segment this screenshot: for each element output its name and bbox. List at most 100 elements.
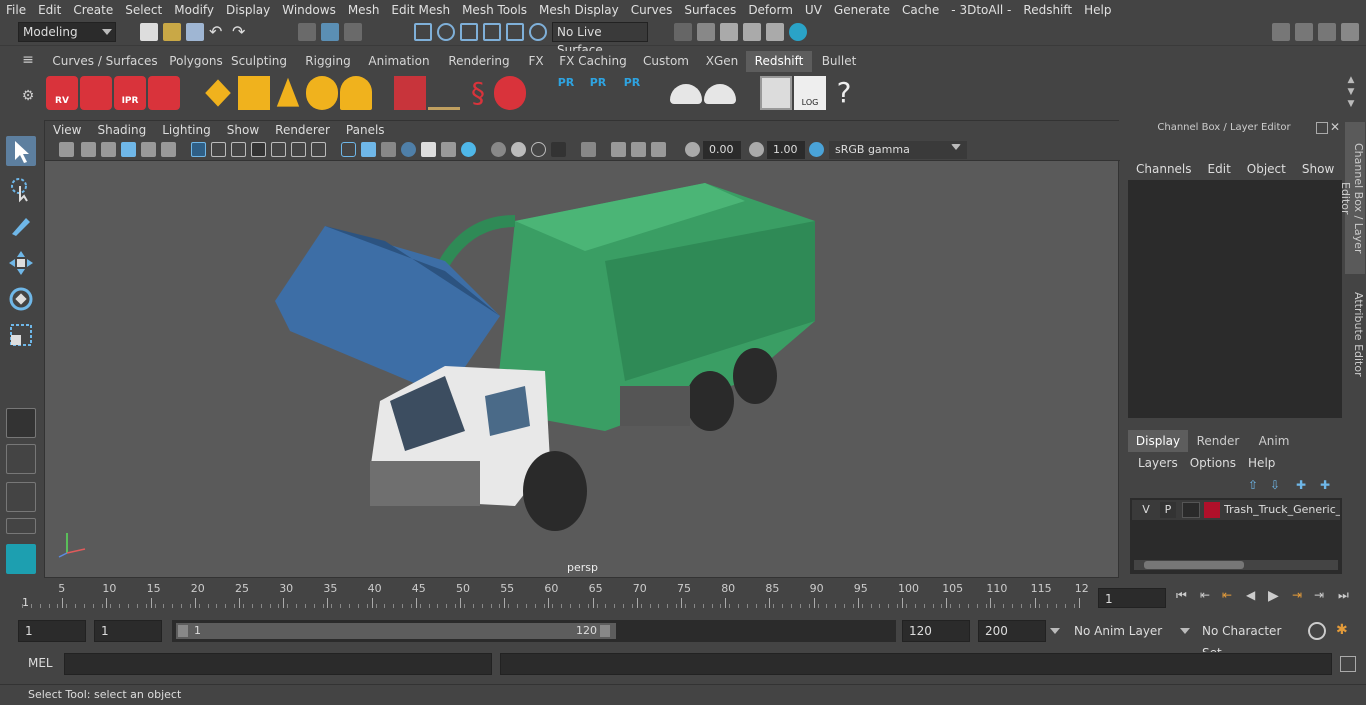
scale-tool-icon[interactable] bbox=[6, 320, 36, 350]
redshift-sphere-button[interactable] bbox=[494, 76, 526, 110]
scene-start-field[interactable]: 1 bbox=[18, 620, 86, 642]
chevron-down-icon[interactable] bbox=[1180, 628, 1190, 634]
redshift-rv-button[interactable]: RV bbox=[46, 76, 78, 110]
new-layer-icon[interactable]: ✚ bbox=[1296, 478, 1310, 492]
render-frame-icon[interactable] bbox=[720, 23, 738, 41]
range-end-grip[interactable] bbox=[600, 625, 610, 637]
shelf-tab[interactable]: Animation bbox=[362, 51, 436, 72]
attribute-editor-side-tab[interactable]: Attribute Editor bbox=[1345, 284, 1365, 384]
colorspace-dropdown[interactable]: sRGB gamma bbox=[829, 141, 967, 159]
range-start-grip[interactable] bbox=[178, 625, 188, 637]
lighting-icon[interactable] bbox=[421, 142, 436, 157]
redshift-pr-export-button[interactable]: PR bbox=[582, 76, 614, 110]
camera-select-icon[interactable] bbox=[59, 142, 74, 157]
redo-icon[interactable]: ↷ bbox=[232, 23, 250, 41]
snap-point-icon[interactable] bbox=[460, 23, 478, 41]
float-panel-icon[interactable] bbox=[1316, 122, 1328, 134]
chevron-down-icon[interactable] bbox=[1050, 628, 1060, 634]
play-forwards-icon[interactable]: ▶ bbox=[1268, 588, 1284, 604]
redshift-light-button[interactable] bbox=[205, 79, 231, 107]
redshift-settings-button[interactable] bbox=[148, 76, 180, 110]
xray-icon[interactable] bbox=[491, 142, 506, 157]
multisample-icon[interactable] bbox=[611, 142, 626, 157]
menu-item[interactable]: Surfaces bbox=[678, 0, 742, 20]
move-tool-icon[interactable] bbox=[6, 248, 36, 278]
layer-color-swatch[interactable] bbox=[1204, 502, 1220, 518]
resolution-gate-icon[interactable] bbox=[231, 142, 246, 157]
select-hierarchy-icon[interactable] bbox=[298, 23, 316, 41]
smooth-shade-icon[interactable] bbox=[361, 142, 376, 157]
channel-list[interactable] bbox=[1128, 180, 1342, 418]
scene-end-field[interactable]: 200 bbox=[978, 620, 1046, 642]
shelf-tab[interactable]: FX bbox=[524, 51, 548, 72]
save-scene-icon[interactable] bbox=[186, 23, 204, 41]
layer-editor-tab[interactable]: Display bbox=[1128, 430, 1188, 452]
auto-key-icon[interactable] bbox=[1308, 622, 1326, 640]
textured-icon[interactable] bbox=[401, 142, 416, 157]
render-view-icon[interactable] bbox=[766, 23, 784, 41]
play-backwards-icon[interactable]: ◀ bbox=[1246, 588, 1262, 604]
anim-layer-dropdown[interactable]: No Anim Layer bbox=[1068, 620, 1168, 642]
command-input[interactable] bbox=[64, 653, 492, 675]
field-chart-icon[interactable] bbox=[271, 142, 286, 157]
menu-item[interactable]: Edit bbox=[32, 0, 67, 20]
step-forward-icon[interactable]: ⇥ bbox=[1314, 588, 1330, 604]
step-back-icon[interactable]: ⇤ bbox=[1200, 588, 1216, 604]
film-gate-icon[interactable] bbox=[211, 142, 226, 157]
menu-item[interactable]: Create bbox=[67, 0, 119, 20]
move-layer-up-icon[interactable]: ⇧ bbox=[1248, 478, 1262, 492]
outliner-layout-icon[interactable] bbox=[6, 518, 36, 534]
camera-attributes-icon[interactable] bbox=[81, 142, 96, 157]
material-bowl-2-button[interactable] bbox=[704, 84, 736, 104]
live-surface-icon[interactable] bbox=[529, 23, 547, 41]
exposure-field[interactable]: 0.00 bbox=[703, 141, 741, 159]
shelf-tab[interactable]: Curves / Surfaces bbox=[50, 51, 160, 72]
shelf-tab[interactable]: Rendering bbox=[440, 51, 518, 72]
menu-item[interactable]: Mesh Display bbox=[533, 0, 625, 20]
menu-item[interactable]: Mesh Tools bbox=[456, 0, 533, 20]
gate-mask-icon[interactable] bbox=[251, 142, 266, 157]
ambient-occlusion-icon[interactable] bbox=[461, 142, 476, 157]
color-management-icon[interactable] bbox=[809, 142, 824, 157]
two-pane-layout-icon[interactable] bbox=[6, 482, 36, 512]
character-set-dropdown[interactable]: No Character Set bbox=[1196, 620, 1302, 660]
playback-end-field[interactable]: 120 bbox=[902, 620, 970, 642]
menu-item[interactable]: Modify bbox=[168, 0, 220, 20]
menu-item[interactable]: Help bbox=[1078, 0, 1117, 20]
redshift-curve-button[interactable]: § bbox=[462, 76, 494, 110]
time-slider[interactable]: 5 10 15 20 25 30 35 40 45 50 55 60 65 70 75 80 85 90 95 100… bbox=[0, 580, 1366, 614]
gear-icon[interactable]: ⚙ bbox=[18, 88, 38, 108]
close-icon[interactable]: ✕ bbox=[1330, 120, 1340, 134]
bookmark-icon[interactable] bbox=[101, 142, 116, 157]
paint-select-tool-icon[interactable] bbox=[6, 210, 36, 240]
current-frame-field[interactable]: 1 bbox=[1098, 588, 1166, 608]
menu-item[interactable]: Cache bbox=[896, 0, 945, 20]
channel-box-menu-item[interactable]: Object bbox=[1239, 160, 1294, 178]
menu-item[interactable]: File bbox=[0, 0, 32, 20]
wireframe-icon[interactable] bbox=[341, 142, 356, 157]
shelf-tab[interactable]: Bullet bbox=[816, 51, 862, 72]
scrollbar-thumb[interactable] bbox=[1144, 561, 1244, 569]
layer-menu-item[interactable]: Layers bbox=[1132, 454, 1184, 472]
layer-display-type[interactable] bbox=[1182, 502, 1200, 518]
depth-of-field-icon[interactable] bbox=[651, 142, 666, 157]
safe-title-icon[interactable] bbox=[311, 142, 326, 157]
grease-pencil-icon[interactable] bbox=[161, 142, 176, 157]
layer-name[interactable]: Trash_Truck_Generic_w bbox=[1224, 502, 1340, 518]
step-forward-key-icon[interactable]: ⇥ bbox=[1292, 588, 1308, 604]
attribute-editor-toggle-icon[interactable] bbox=[1318, 23, 1336, 41]
history-icon[interactable] bbox=[674, 23, 692, 41]
redshift-ipr-button[interactable]: IPR bbox=[114, 76, 146, 110]
menu-item[interactable]: Display bbox=[220, 0, 276, 20]
layer-visibility-toggle[interactable]: V bbox=[1138, 502, 1154, 518]
playback-start-field[interactable]: 1 bbox=[94, 620, 162, 642]
menu-item[interactable]: Redshift bbox=[1017, 0, 1078, 20]
menu-item[interactable]: Select bbox=[119, 0, 168, 20]
undo-icon[interactable]: ↶ bbox=[209, 23, 227, 41]
menu-item[interactable]: Generate bbox=[828, 0, 896, 20]
live-surface-field[interactable]: No Live Surface bbox=[552, 22, 648, 57]
preferences-icon[interactable]: ✱ bbox=[1336, 622, 1354, 640]
channel-box-menu-item[interactable]: Edit bbox=[1200, 160, 1239, 178]
shelf-tab[interactable]: Custom bbox=[636, 51, 696, 72]
image-plane-icon[interactable] bbox=[121, 142, 136, 157]
